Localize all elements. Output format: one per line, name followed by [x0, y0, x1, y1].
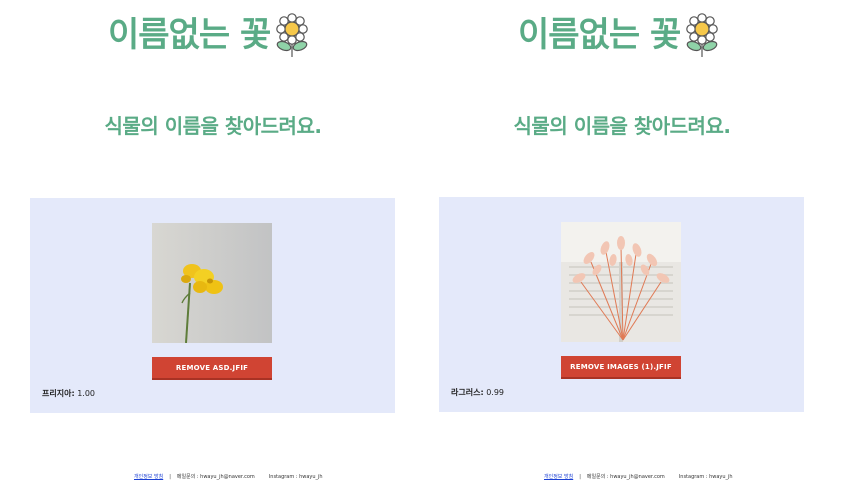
brand-title: 이름없는 꽃	[518, 15, 681, 55]
panel-right: 이름없는 꽃 식물의 이름을 찾아드려요. REMOVE IMAGES (1).…	[410, 0, 830, 500]
brand: 이름없는 꽃	[108, 12, 312, 58]
remove-image-button[interactable]: REMOVE ASD.JFIF	[152, 357, 272, 380]
result-card: REMOVE IMAGES (1).JFIF 라그러스: 0.99	[439, 197, 804, 412]
prediction-result: 프리지아: 1.00	[42, 388, 95, 399]
remove-image-button[interactable]: REMOVE IMAGES (1).JFIF	[561, 356, 681, 379]
uploaded-photo	[561, 222, 681, 342]
instagram-handle: Instagram : hwayu_jh	[678, 473, 733, 480]
prediction-score: 0.99	[486, 388, 504, 397]
uploaded-photo	[152, 223, 272, 343]
prediction-label: 라그러스:	[451, 388, 484, 397]
subtitle: 식물의 이름을 찾아드려요.	[513, 114, 731, 138]
privacy-policy-link[interactable]: 개인정보 방침	[134, 473, 163, 480]
privacy-policy-link[interactable]: 개인정보 방침	[544, 473, 573, 480]
prediction-result: 라그러스: 0.99	[451, 387, 504, 398]
instagram-handle: Instagram : hwayu_jh	[268, 473, 323, 480]
brand-title: 이름없는 꽃	[108, 15, 271, 55]
daisy-flower-icon	[686, 13, 719, 57]
daisy-flower-icon	[276, 13, 309, 57]
result-card: REMOVE ASD.JFIF 프리지아: 1.00	[30, 198, 395, 413]
contact-email: 메일문의 : hwayu_jh@naver.com	[176, 474, 255, 480]
contact-email: 메일문의 : hwayu_jh@naver.com	[586, 474, 665, 480]
prediction-score: 1.00	[77, 389, 95, 398]
panel-left: 이름없는 꽃 식물의 이름을 찾아드려요. REMOVE ASD.JFIF 프리…	[0, 0, 420, 500]
footer: 개인정보 방침 | 메일문의 : hwayu_jh@naver.com Inst…	[134, 473, 323, 481]
footer: 개인정보 방침 | 메일문의 : hwayu_jh@naver.com Inst…	[544, 473, 733, 481]
footer-separator: |	[579, 473, 581, 480]
footer-separator: |	[169, 473, 171, 480]
subtitle: 식물의 이름을 찾아드려요.	[104, 114, 322, 138]
prediction-label: 프리지아:	[42, 389, 75, 398]
brand: 이름없는 꽃	[518, 12, 722, 58]
